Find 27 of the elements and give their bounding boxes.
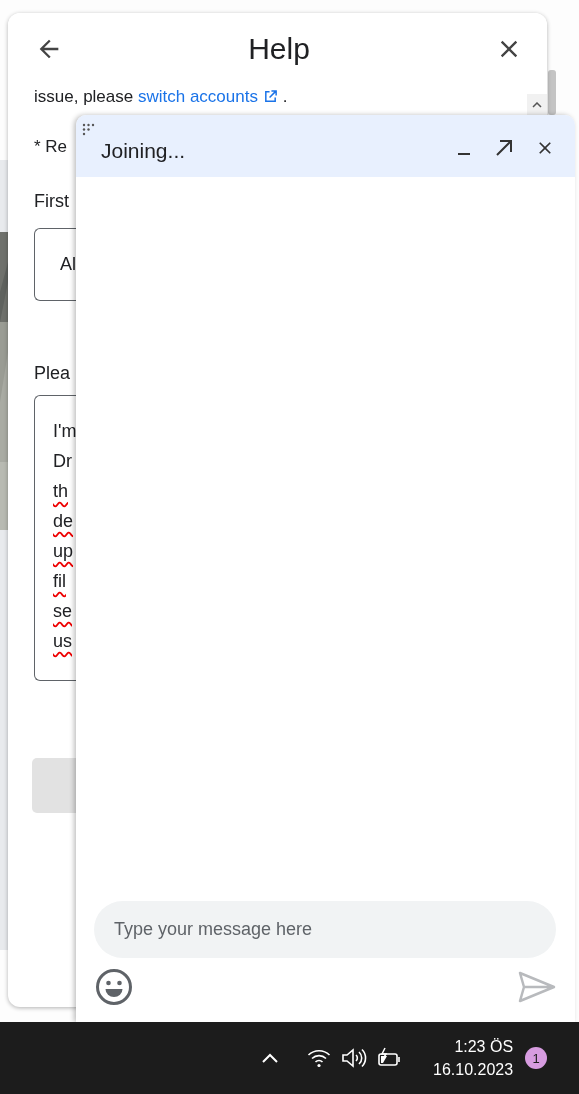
panel-title: Help xyxy=(248,32,310,66)
text-line: th xyxy=(53,480,69,503)
field-label: First xyxy=(34,190,70,213)
volume-icon[interactable] xyxy=(341,1047,367,1069)
emoji-icon[interactable] xyxy=(95,968,133,1006)
notification-badge[interactable]: 1 xyxy=(525,1047,548,1069)
message-input[interactable]: Type your message here xyxy=(94,901,556,958)
chevron-up-icon[interactable] xyxy=(261,1052,279,1064)
text-line: de xyxy=(53,510,75,533)
drag-handle-icon[interactable] xyxy=(82,123,96,137)
text-line: se xyxy=(53,600,73,623)
wifi-icon[interactable] xyxy=(307,1048,331,1068)
text-line: fil xyxy=(53,570,67,593)
switch-accounts-link[interactable]: switch accounts xyxy=(137,87,278,106)
clock-time[interactable]: 1:23 ÖS xyxy=(454,1035,514,1058)
text-line: Dr xyxy=(53,450,73,473)
field-label: Plea xyxy=(34,362,72,385)
text-line: I'm xyxy=(53,420,76,443)
text-line: us xyxy=(53,630,73,653)
battery-icon[interactable] xyxy=(377,1047,403,1069)
clock-date[interactable]: 16.10.2023 xyxy=(433,1058,514,1081)
required-note: * Re xyxy=(34,136,69,158)
chevron-up-icon xyxy=(532,102,542,108)
external-link-icon xyxy=(262,89,278,104)
chat-title: Joining... xyxy=(101,139,187,163)
scrollbar[interactable] xyxy=(548,70,556,115)
text-line: up xyxy=(53,540,75,563)
